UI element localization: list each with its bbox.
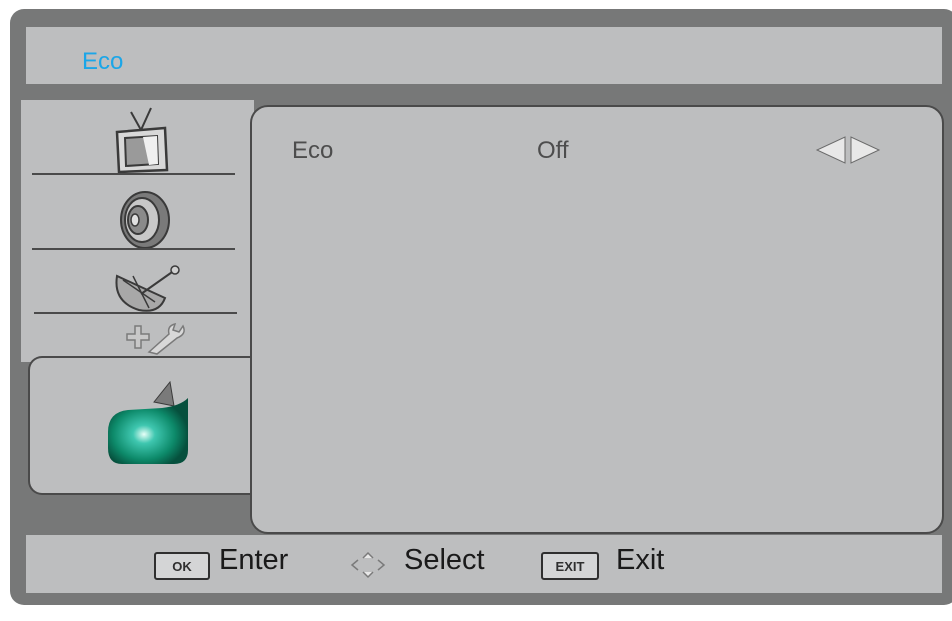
- category-sound[interactable]: [21, 188, 254, 249]
- category-setup[interactable]: [21, 320, 254, 356]
- setting-label: Eco: [292, 137, 334, 164]
- category-channel[interactable]: [21, 262, 254, 312]
- category-tv[interactable]: [21, 106, 254, 174]
- exit-hint: Exit: [616, 544, 665, 576]
- category-eco-selected[interactable]: [28, 356, 280, 495]
- category-divider: [34, 312, 237, 314]
- category-divider: [32, 248, 235, 250]
- page-title: Eco: [82, 48, 124, 75]
- key-hint-bar: OK Enter Select EXIT Exit: [26, 535, 942, 593]
- tools-icon: [126, 322, 185, 355]
- navigate-arrows-icon: [350, 551, 386, 579]
- left-right-arrows-icon[interactable]: [807, 135, 887, 165]
- content-panel: Eco Off: [250, 105, 944, 534]
- setting-value[interactable]: Off: [537, 137, 569, 165]
- exit-key: EXIT: [541, 552, 599, 580]
- tv-icon: [115, 107, 169, 174]
- enter-hint: Enter: [219, 544, 289, 576]
- select-hint: Select: [404, 544, 485, 576]
- satellite-dish-icon: [115, 265, 180, 312]
- speaker-icon: [120, 191, 170, 249]
- title-bar: Eco: [26, 27, 942, 84]
- eco-leaf-icon: [108, 380, 188, 464]
- ok-key: OK: [154, 552, 210, 580]
- category-divider: [32, 173, 235, 175]
